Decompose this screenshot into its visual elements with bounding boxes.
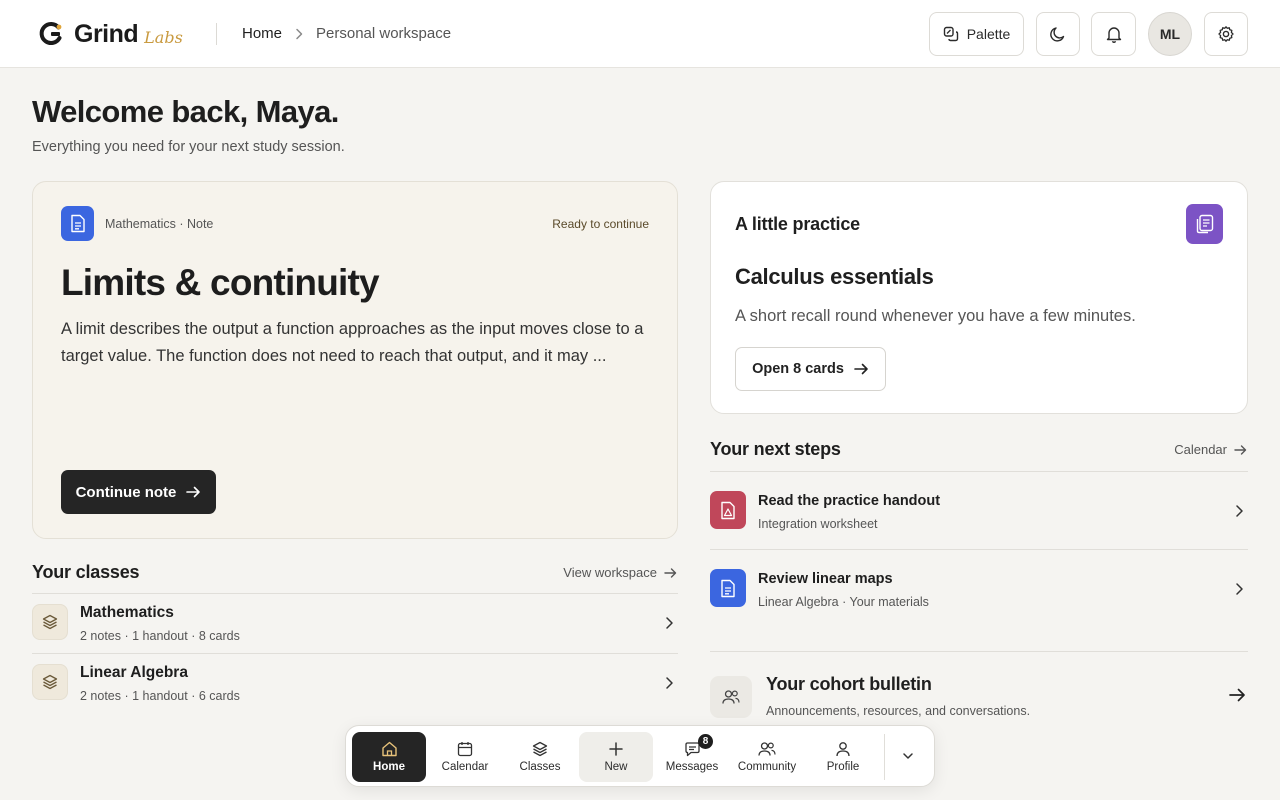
arrow-right-icon bbox=[854, 363, 868, 375]
dock-classes[interactable]: Classes bbox=[503, 732, 577, 782]
layers-icon bbox=[32, 664, 68, 700]
class-name: Linear Algebra bbox=[80, 664, 188, 681]
dock-messages[interactable]: Messages 8 bbox=[655, 732, 729, 782]
class-meta: 2 notes · 1 handout · 6 cards bbox=[80, 689, 240, 703]
home-icon bbox=[381, 741, 397, 757]
dock-label: New bbox=[604, 761, 628, 773]
arrow-right-icon bbox=[1229, 688, 1245, 702]
dock-community[interactable]: Community bbox=[730, 732, 804, 782]
dock-home[interactable]: Home bbox=[352, 732, 426, 782]
continue-note-button[interactable]: Continue note bbox=[61, 470, 216, 514]
breadcrumb-home[interactable]: Home bbox=[242, 25, 282, 42]
settings-button[interactable] bbox=[1204, 12, 1248, 56]
palette-icon bbox=[943, 26, 958, 42]
practice-card: A little practice Calculus essentials A … bbox=[710, 181, 1248, 414]
practice-label: A little practice bbox=[735, 214, 860, 234]
dock-divider bbox=[884, 734, 885, 780]
arrow-right-icon bbox=[1234, 444, 1247, 455]
breadcrumb: Home Personal workspace bbox=[242, 25, 451, 42]
note-meta: Mathematics · Note bbox=[105, 217, 214, 231]
avatar[interactable]: ML bbox=[1148, 12, 1192, 56]
bottom-dock: Home Calendar Classes New Messages 8 Com… bbox=[345, 725, 935, 787]
page-subtitle: Everything you need for your next study … bbox=[32, 139, 345, 155]
note-excerpt: A limit describes the output a function … bbox=[61, 320, 644, 365]
plus-icon bbox=[609, 742, 623, 756]
user-icon bbox=[836, 742, 850, 757]
continue-note-card[interactable]: Mathematics · Note Ready to continue Lim… bbox=[32, 181, 678, 539]
document-icon bbox=[710, 569, 746, 607]
page-title: Welcome back, Maya. bbox=[32, 94, 339, 129]
class-name: Mathematics bbox=[80, 604, 174, 621]
note-status: Ready to continue bbox=[552, 217, 649, 231]
dock-label: Profile bbox=[826, 761, 860, 773]
open-cards-button[interactable]: Open 8 cards bbox=[735, 347, 886, 391]
class-row-linear-algebra[interactable]: Linear Algebra 2 notes · 1 handout · 6 c… bbox=[32, 654, 678, 712]
chevron-down-icon bbox=[903, 753, 913, 759]
chevron-right-icon bbox=[296, 28, 303, 39]
continue-note-label: Continue note bbox=[75, 483, 177, 501]
palette-label: Palette bbox=[966, 26, 1011, 42]
theme-toggle-button[interactable] bbox=[1036, 12, 1080, 56]
dock-new[interactable]: New bbox=[579, 732, 653, 782]
flashcards-icon bbox=[1186, 204, 1223, 244]
layers-icon bbox=[32, 604, 68, 640]
classes-section-title: Your classes bbox=[32, 562, 140, 582]
note-title: Limits & continuity bbox=[61, 262, 380, 303]
practice-description: A short recall round whenever you have a… bbox=[735, 307, 1136, 325]
logo-sub: Labs bbox=[144, 27, 183, 47]
class-meta: 2 notes · 1 handout · 8 cards bbox=[80, 629, 240, 643]
pdf-file-icon bbox=[710, 491, 746, 529]
bulletin-subtitle: Announcements, resources, and conversati… bbox=[766, 704, 1031, 718]
moon-icon bbox=[1050, 27, 1065, 42]
step-title: Read the practice handout bbox=[758, 493, 941, 509]
view-workspace-label: View workspace bbox=[563, 565, 657, 580]
breadcrumb-current: Personal workspace bbox=[316, 25, 452, 42]
practice-title: Calculus essentials bbox=[735, 264, 934, 289]
dock-calendar[interactable]: Calendar bbox=[428, 732, 502, 782]
layers-icon bbox=[532, 741, 548, 757]
unread-badge: 8 bbox=[698, 734, 713, 749]
cohort-bulletin-row[interactable]: Your cohort bulletin Announcements, reso… bbox=[710, 652, 1248, 732]
palette-button[interactable]: Palette bbox=[929, 12, 1024, 56]
chevron-right-icon bbox=[1236, 505, 1243, 517]
dock-label: Classes bbox=[519, 761, 561, 773]
dock-more-button[interactable] bbox=[898, 746, 918, 766]
top-bar: Grind Labs Home Personal workspace Palet… bbox=[0, 0, 1280, 68]
arrow-right-icon bbox=[186, 486, 201, 498]
calendar-link[interactable]: Calendar bbox=[1174, 442, 1247, 457]
next-step-row[interactable]: Read the practice handout Integration wo… bbox=[710, 472, 1248, 549]
step-title: Review linear maps bbox=[758, 571, 893, 587]
dock-label: Community bbox=[737, 761, 797, 773]
header-divider bbox=[216, 23, 217, 45]
dock-label: Calendar bbox=[441, 761, 489, 773]
notifications-button[interactable] bbox=[1091, 12, 1136, 56]
open-cards-label: Open 8 cards bbox=[752, 361, 844, 377]
dock-label: Messages bbox=[665, 761, 719, 773]
next-step-row[interactable]: Review linear maps Linear Algebra · Your… bbox=[710, 550, 1248, 627]
step-subtitle: Linear Algebra · Your materials bbox=[758, 595, 929, 609]
class-row-mathematics[interactable]: Mathematics 2 notes · 1 handout · 8 card… bbox=[32, 594, 678, 652]
dock-profile[interactable]: Profile bbox=[806, 732, 880, 782]
dock-label: Home bbox=[373, 761, 405, 773]
logo-word: Grind bbox=[74, 19, 139, 48]
arrow-right-icon bbox=[664, 567, 677, 578]
view-workspace-link[interactable]: View workspace bbox=[563, 565, 677, 580]
bell-icon bbox=[1106, 27, 1121, 43]
chevron-right-icon bbox=[1236, 583, 1243, 595]
gear-icon bbox=[1218, 26, 1234, 42]
logo[interactable]: Grind Labs bbox=[38, 20, 183, 48]
calendar-link-label: Calendar bbox=[1174, 442, 1227, 457]
document-icon bbox=[61, 206, 94, 241]
chevron-right-icon bbox=[666, 617, 673, 629]
step-subtitle: Integration worksheet bbox=[758, 517, 878, 531]
users-icon bbox=[758, 742, 776, 756]
next-steps-title: Your next steps bbox=[710, 439, 841, 459]
logo-mark-icon bbox=[39, 22, 62, 45]
users-icon bbox=[710, 676, 752, 718]
bulletin-title: Your cohort bulletin bbox=[766, 674, 932, 694]
chevron-right-icon bbox=[666, 677, 673, 689]
calendar-icon bbox=[457, 742, 473, 757]
